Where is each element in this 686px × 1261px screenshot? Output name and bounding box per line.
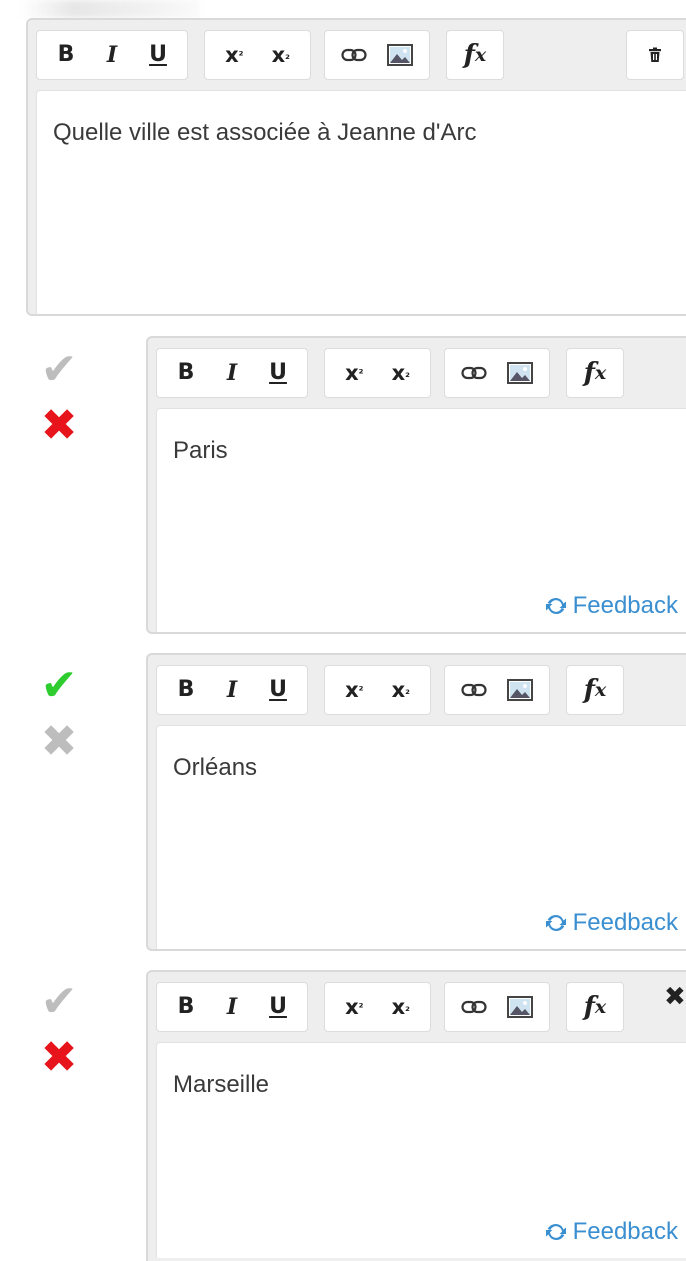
insert-group — [444, 982, 550, 1032]
image-icon[interactable] — [387, 44, 413, 66]
bold-button[interactable]: B — [173, 996, 199, 1018]
answer-toolbar-3: B I U x² x₂ fx ✖ — [148, 972, 686, 1042]
answer-text: Orléans — [173, 754, 258, 781]
trash-icon[interactable] — [642, 47, 668, 63]
refresh-icon — [545, 1223, 566, 1241]
answer-editor-1: B I U x² x₂ fx Paris Feedback — [146, 336, 686, 634]
format-group: B I U — [156, 348, 308, 398]
feedback-label: Feedback — [572, 909, 678, 936]
insert-group — [444, 348, 550, 398]
formula-button[interactable]: fx — [462, 42, 488, 68]
image-icon[interactable] — [507, 996, 533, 1018]
answer-text-area[interactable]: Marseille Feedback — [156, 1042, 686, 1258]
superscript-button[interactable]: x² — [341, 679, 367, 701]
refresh-icon — [545, 597, 566, 615]
link-icon[interactable] — [341, 48, 367, 62]
script-group: x² x₂ — [324, 982, 431, 1032]
image-icon[interactable] — [507, 679, 533, 701]
close-icon[interactable]: ✖ — [664, 982, 686, 1012]
script-group: x² x₂ — [324, 348, 431, 398]
link-icon[interactable] — [461, 683, 487, 697]
top-shadow — [20, 0, 200, 18]
incorrect-toggle-answer-1[interactable]: ✖ — [34, 404, 84, 448]
script-group: x² x₂ — [324, 665, 431, 715]
subscript-button[interactable]: x₂ — [388, 679, 414, 701]
superscript-button[interactable]: x² — [221, 44, 247, 66]
answer-text: Paris — [173, 437, 228, 464]
correct-toggle-answer-2[interactable]: ✔ — [34, 664, 84, 708]
correct-toggle-answer-1[interactable]: ✔ — [34, 348, 84, 392]
feedback-link[interactable]: Feedback — [545, 592, 678, 620]
link-icon[interactable] — [461, 1000, 487, 1014]
subscript-button[interactable]: x₂ — [388, 996, 414, 1018]
underline-button[interactable]: U — [265, 996, 291, 1018]
answer-text-area[interactable]: Orléans Feedback — [156, 725, 686, 949]
correct-toggle-answer-3[interactable]: ✔ — [34, 980, 84, 1024]
question-text-area[interactable]: Quelle ville est associée à Jeanne d'Arc — [36, 90, 686, 314]
answer-toolbar-2: B I U x² x₂ fx — [148, 655, 686, 725]
link-icon[interactable] — [461, 366, 487, 380]
insert-group — [444, 665, 550, 715]
formula-group: fx — [566, 348, 624, 398]
formula-button[interactable]: fx — [582, 994, 608, 1020]
delete-group — [626, 30, 684, 80]
question-toolbar: B I U x² x₂ fx — [28, 20, 686, 90]
answer-text-area[interactable]: Paris Feedback — [156, 408, 686, 632]
bold-button[interactable]: B — [173, 362, 199, 384]
underline-button[interactable]: U — [145, 44, 171, 66]
formula-group: fx — [446, 30, 504, 80]
incorrect-toggle-answer-3[interactable]: ✖ — [34, 1036, 84, 1080]
feedback-link[interactable]: Feedback — [545, 1218, 678, 1246]
underline-button[interactable]: U — [265, 679, 291, 701]
italic-button[interactable]: I — [219, 996, 245, 1018]
feedback-label: Feedback — [572, 592, 678, 619]
incorrect-toggle-answer-2[interactable]: ✖ — [34, 720, 84, 764]
formula-group: fx — [566, 982, 624, 1032]
answer-toolbar-1: B I U x² x₂ fx — [148, 338, 686, 408]
formula-group: fx — [566, 665, 624, 715]
answer-editor-3: B I U x² x₂ fx ✖ Marseille Feedback — [146, 970, 686, 1261]
formula-button[interactable]: fx — [582, 677, 608, 703]
answer-text: Marseille — [173, 1071, 270, 1098]
underline-button[interactable]: U — [265, 362, 291, 384]
italic-button[interactable]: I — [219, 679, 245, 701]
subscript-button[interactable]: x₂ — [388, 362, 414, 384]
script-group: x² x₂ — [204, 30, 311, 80]
format-group: B I U — [156, 665, 308, 715]
bold-button[interactable]: B — [53, 44, 79, 66]
subscript-button[interactable]: x₂ — [268, 44, 294, 66]
feedback-label: Feedback — [572, 1218, 678, 1245]
answer-editor-2: B I U x² x₂ fx Orléans Feedback — [146, 653, 686, 951]
bold-button[interactable]: B — [173, 679, 199, 701]
formula-button[interactable]: fx — [582, 360, 608, 386]
refresh-icon — [545, 914, 566, 932]
image-icon[interactable] — [507, 362, 533, 384]
format-group: B I U — [36, 30, 188, 80]
italic-button[interactable]: I — [219, 362, 245, 384]
question-text: Quelle ville est associée à Jeanne d'Arc — [53, 119, 477, 146]
feedback-link[interactable]: Feedback — [545, 909, 678, 937]
question-editor: B I U x² x₂ fx Quelle ville est associée… — [26, 18, 686, 316]
italic-button[interactable]: I — [99, 44, 125, 66]
format-group: B I U — [156, 982, 308, 1032]
insert-group — [324, 30, 430, 80]
superscript-button[interactable]: x² — [341, 362, 367, 384]
superscript-button[interactable]: x² — [341, 996, 367, 1018]
